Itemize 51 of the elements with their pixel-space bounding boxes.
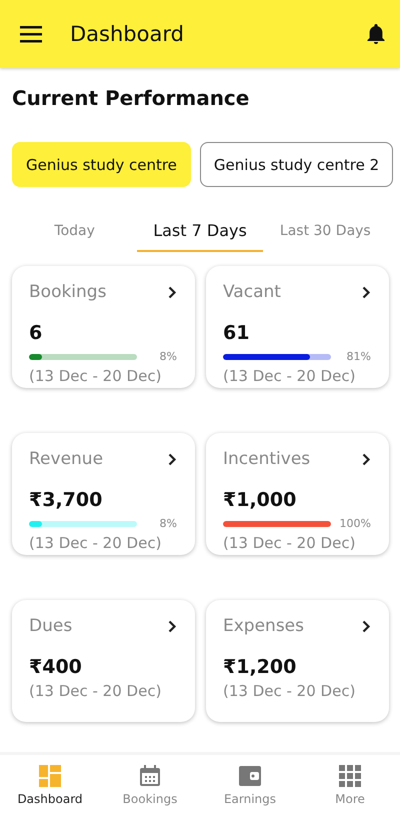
chevron-icon[interactable] [168, 286, 177, 298]
stat-card[interactable]: Bookings 6 8% (13 Dec - 20 Dec) [12, 266, 195, 388]
date-range: (13 Dec - 20 Dec) [223, 682, 356, 700]
stat-card[interactable]: Vacant 61 81% (13 Dec - 20 Dec) [206, 266, 389, 388]
stat-card[interactable]: Expenses ₹1,200 (13 Dec - 20 Dec) [206, 600, 389, 722]
chevron-icon[interactable] [362, 620, 371, 632]
stat-card[interactable]: Incentives ₹1,000 100% (13 Dec - 20 Dec) [206, 433, 389, 555]
card-value: ₹1,000 [223, 489, 298, 511]
header-title: Dashboard [70, 22, 185, 46]
section-title: Current Performance [11, 85, 250, 110]
centre-chip[interactable]: Genius study centre 2 [200, 142, 394, 187]
date-range: (13 Dec - 20 Dec) [223, 534, 356, 552]
wallet-icon [239, 765, 261, 787]
percent-label: 8% [160, 350, 177, 363]
date-range: (13 Dec - 20 Dec) [223, 367, 356, 385]
nav-item[interactable]: Bookings [100, 765, 200, 815]
period-tab[interactable]: Today [12, 215, 138, 252]
card-title: Vacant [223, 282, 281, 302]
nav-item[interactable]: More [300, 765, 400, 815]
period-tab[interactable]: Last 7 Days [137, 215, 263, 252]
date-range: (13 Dec - 20 Dec) [29, 534, 162, 552]
card-value: ₹3,700 [29, 489, 104, 511]
chevron-icon[interactable] [362, 286, 371, 298]
chevron-icon[interactable] [168, 452, 177, 466]
bell-icon[interactable] [366, 23, 386, 45]
card-title: Bookings [29, 282, 106, 302]
card-value: ₹1,200 [223, 656, 298, 678]
card-title: Incentives [223, 449, 310, 469]
chevron-icon[interactable] [168, 620, 177, 632]
date-range: (13 Dec - 20 Dec) [29, 367, 162, 385]
grid-icon [339, 765, 361, 787]
card-title: Dues [29, 616, 72, 636]
calendar-icon [139, 765, 161, 787]
card-value: ₹400 [29, 656, 83, 678]
card-title: Revenue [29, 449, 104, 469]
chevron-icon[interactable] [362, 452, 371, 466]
nav-item[interactable]: Dashboard [0, 765, 100, 815]
card-value: 6 [29, 322, 44, 344]
date-range: (13 Dec - 20 Dec) [29, 682, 162, 700]
period-tab[interactable]: Last 30 Days [262, 215, 388, 252]
percent-label: 8% [160, 517, 177, 530]
menu-icon[interactable] [20, 26, 42, 42]
stat-card[interactable]: Dues ₹400 (13 Dec - 20 Dec) [12, 600, 195, 722]
dashboard-icon [39, 765, 61, 787]
percent-label: 100% [340, 517, 371, 530]
card-value: 61 [223, 322, 250, 344]
percent-label: 81% [346, 350, 371, 363]
centre-chip[interactable]: Genius study centre [12, 142, 191, 187]
nav-item[interactable]: Earnings [200, 765, 300, 815]
stat-card[interactable]: Revenue ₹3,700 8% (13 Dec - 20 Dec) [12, 433, 195, 555]
card-title: Expenses [223, 616, 304, 636]
